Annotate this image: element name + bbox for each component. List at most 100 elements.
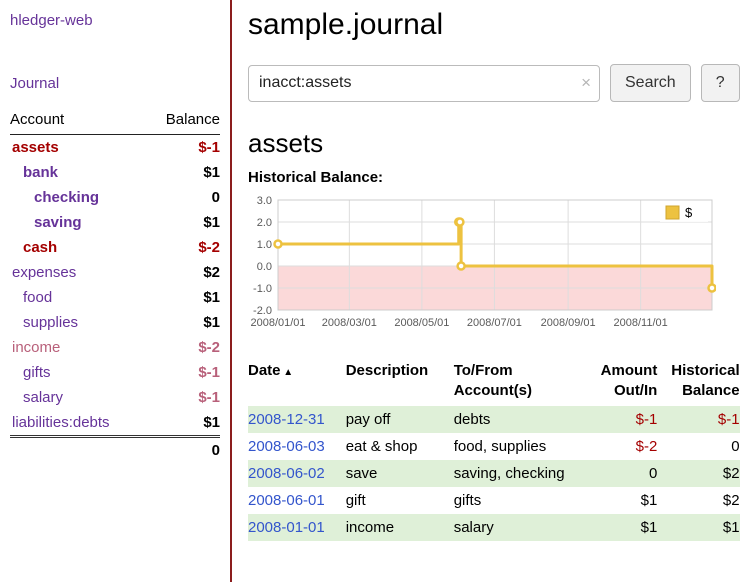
search-input-wrap: × <box>248 65 600 102</box>
account-link-checking[interactable]: checking <box>34 189 99 206</box>
account-link-assets[interactable]: assets <box>12 139 59 156</box>
transaction-date-link[interactable]: 2008-06-02 <box>248 460 346 487</box>
svg-text:$: $ <box>685 205 693 220</box>
account-link-saving[interactable]: saving <box>34 214 82 231</box>
register-header-row: Date ▲DescriptionTo/From Account(s)Amoun… <box>248 359 740 406</box>
transaction-accounts: debts <box>454 406 575 433</box>
account-link-supplies[interactable]: supplies <box>23 314 78 331</box>
account-row: income $-2 <box>10 335 220 360</box>
transaction-accounts: gifts <box>454 487 575 514</box>
account-row: cash $-2 <box>10 235 220 260</box>
transaction-amount: $-1 <box>575 406 657 433</box>
account-cell: food <box>10 285 146 310</box>
account-cell: income <box>10 335 146 360</box>
svg-text:-1.0: -1.0 <box>253 283 272 295</box>
balance-chart-svg: 3.02.01.00.0-1.0-2.02008/01/012008/03/01… <box>248 192 716 344</box>
sort-asc-icon: ▲ <box>281 367 294 378</box>
svg-text:1.0: 1.0 <box>257 239 272 251</box>
account-row: expenses$2 <box>10 260 220 285</box>
hledger-web-app: hledger-web Journal Account Balance asse… <box>0 0 742 582</box>
account-cell: liabilities:debts <box>10 410 146 437</box>
account-balance: $-1 <box>146 360 220 385</box>
svg-text:-2.0: -2.0 <box>253 305 272 317</box>
account-link-food[interactable]: food <box>23 289 52 306</box>
svg-text:2008/01/01: 2008/01/01 <box>250 317 305 329</box>
help-button[interactable]: ? <box>701 64 740 102</box>
transaction-date-link[interactable]: 2008-01-01 <box>248 514 346 541</box>
search-bar: × Search ? <box>248 64 740 102</box>
search-button[interactable]: Search <box>610 64 691 102</box>
sidebar-item-journal[interactable]: Journal <box>10 75 220 92</box>
account-cell: expenses <box>10 260 146 285</box>
transaction-description: save <box>346 460 454 487</box>
page-title: sample.journal <box>248 8 740 42</box>
transaction-accounts: saving, checking <box>454 460 575 487</box>
account-cell: salary <box>10 385 146 410</box>
svg-text:2008/09/01: 2008/09/01 <box>541 317 596 329</box>
account-balance: $1 <box>146 410 220 437</box>
register-table: Date ▲DescriptionTo/From Account(s)Amoun… <box>248 359 740 541</box>
account-link-expenses[interactable]: expenses <box>12 264 76 281</box>
section-title: assets <box>248 128 740 159</box>
account-balance: $1 <box>146 160 220 185</box>
main-content: sample.journal × Search ? assets Histori… <box>232 0 742 582</box>
account-balance: $-2 <box>146 335 220 360</box>
register-header-description: Description <box>346 359 454 406</box>
sidebar: hledger-web Journal Account Balance asse… <box>0 0 232 582</box>
account-link-bank[interactable]: bank <box>23 164 58 181</box>
account-row: food$1 <box>10 285 220 310</box>
svg-text:2008/03/01: 2008/03/01 <box>322 317 377 329</box>
accounts-total-row: 0 <box>10 437 220 464</box>
transaction-balance: 0 <box>657 433 739 460</box>
accounts-header-balance: Balance <box>146 108 220 135</box>
transaction-date-link[interactable]: 2008-12-31 <box>248 406 346 433</box>
account-row: gifts $-1 <box>10 360 220 385</box>
svg-text:0.0: 0.0 <box>257 261 272 273</box>
register-header-amount: Amount Out/In <box>575 359 657 406</box>
transaction-description: pay off <box>346 406 454 433</box>
account-balance: $-2 <box>146 235 220 260</box>
account-cell: supplies <box>10 310 146 335</box>
svg-text:2.0: 2.0 <box>257 217 272 229</box>
transaction-amount: $-2 <box>575 433 657 460</box>
account-row: supplies$1 <box>10 310 220 335</box>
svg-text:2008/07/01: 2008/07/01 <box>467 317 522 329</box>
transaction-description: income <box>346 514 454 541</box>
register-header-date[interactable]: Date ▲ <box>248 359 346 406</box>
register-header-balance: Historical Balance <box>657 359 739 406</box>
accounts-total-balance: 0 <box>146 437 220 464</box>
account-link-salary[interactable]: salary <box>23 389 63 406</box>
search-input[interactable] <box>248 65 600 102</box>
accounts-total-spacer <box>10 437 146 464</box>
app-title-link[interactable]: hledger-web <box>10 12 220 29</box>
transaction-description: eat & shop <box>346 433 454 460</box>
transaction-accounts: food, supplies <box>454 433 575 460</box>
register-row: 2008-01-01incomesalary$1$1 <box>248 514 740 541</box>
account-row: assets $-1 <box>10 135 220 161</box>
transaction-description: gift <box>346 487 454 514</box>
account-link-cash[interactable]: cash <box>23 239 57 256</box>
clear-search-icon[interactable]: × <box>581 73 591 93</box>
legend-swatch <box>666 206 679 219</box>
svg-text:2008/11/01: 2008/11/01 <box>614 317 668 329</box>
account-row: liabilities:debts $1 <box>10 410 220 437</box>
transaction-date-link[interactable]: 2008-06-03 <box>248 433 346 460</box>
account-row: salary$-1 <box>10 385 220 410</box>
account-row: saving$1 <box>10 210 220 235</box>
account-link-gifts[interactable]: gifts <box>23 364 51 381</box>
register-header-accounts: To/From Account(s) <box>454 359 575 406</box>
account-cell: cash <box>10 235 146 260</box>
account-link-income[interactable]: income <box>12 339 60 356</box>
account-cell: checking <box>10 185 146 210</box>
transaction-balance: $-1 <box>657 406 739 433</box>
accounts-header-row: Account Balance <box>10 108 220 135</box>
transaction-date-link[interactable]: 2008-06-01 <box>248 487 346 514</box>
accounts-header-account: Account <box>10 108 146 135</box>
register-row: 2008-06-03eat & shopfood, supplies$-20 <box>248 433 740 460</box>
account-cell: saving <box>10 210 146 235</box>
account-link-liabilities-debts[interactable]: liabilities:debts <box>12 414 110 431</box>
transaction-amount: 0 <box>575 460 657 487</box>
account-balance: $-1 <box>146 135 220 161</box>
svg-text:2008/05/01: 2008/05/01 <box>394 317 449 329</box>
transaction-amount: $1 <box>575 514 657 541</box>
